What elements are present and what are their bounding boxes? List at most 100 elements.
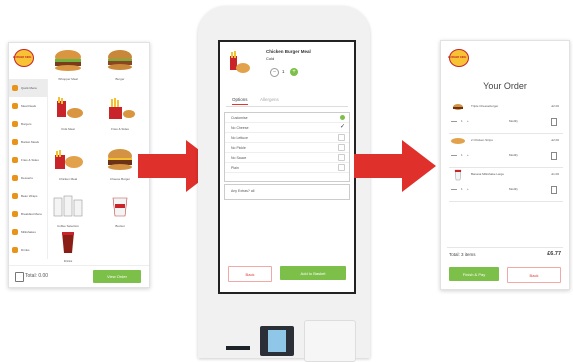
category-icon — [12, 175, 18, 181]
product-tile[interactable]: Cheese Burger — [103, 147, 137, 181]
tab-allergens[interactable]: Allergens — [260, 97, 279, 102]
category-item[interactable]: Bucket Meals — [9, 133, 47, 151]
category-icon — [12, 103, 18, 109]
kiosk-screen: Chicken Burger Meal Cold – 1 + Options A… — [218, 40, 356, 294]
product-tile[interactable]: Chicken Meal — [51, 147, 85, 181]
menu-screen: BURGER KING Quick Menu Meal Deals Burger… — [8, 42, 150, 288]
quantity-minus-button[interactable]: – — [270, 68, 279, 77]
category-item[interactable]: Meal Deals — [9, 97, 47, 115]
option-row[interactable]: No Pickle — [225, 143, 349, 153]
delete-icon[interactable] — [551, 118, 557, 126]
product-tile[interactable]: Burger — [103, 47, 137, 81]
back-button[interactable]: Back — [228, 266, 272, 282]
product-tile[interactable]: Drinks — [51, 229, 85, 263]
delete-icon[interactable] — [551, 152, 557, 160]
burger-king-logo: BURGER KING — [448, 49, 469, 67]
category-item[interactable]: Quick Menu — [9, 79, 47, 97]
category-icon — [12, 85, 18, 91]
burger-king-logo: BURGER KING — [13, 49, 34, 67]
coffee-cups-image — [53, 195, 83, 217]
receipt-slot — [226, 346, 250, 350]
checkbox[interactable] — [338, 154, 345, 161]
menu-footer: Total: 0.00 View Order — [9, 265, 149, 288]
drink-image — [62, 232, 74, 253]
product-tile[interactable]: Fries & Sides — [103, 97, 137, 131]
view-order-button[interactable]: View Order — [93, 270, 141, 283]
option-row[interactable]: Plain — [225, 163, 349, 173]
option-row[interactable]: No Sauce — [225, 153, 349, 163]
options-box: Customise No Cheese ✓ No Lettuce No Pick… — [224, 112, 350, 182]
category-item[interactable]: Burgers — [9, 115, 47, 133]
total-label: Total: 0.00 — [25, 273, 49, 279]
modify-link[interactable]: Modify — [509, 188, 518, 191]
order-title: Your Order — [483, 81, 527, 91]
category-item[interactable]: Breakfast Menu — [9, 205, 47, 223]
finish-and-pay-button[interactable]: Finish & Pay — [449, 267, 499, 281]
arrow-right-icon — [354, 140, 436, 192]
extras-row[interactable]: Any Extras? all — [224, 184, 350, 200]
order-item: Triple Cheeseburger £2.00 1 + Modify — [449, 99, 563, 134]
add-to-basket-button[interactable]: Add to Basket — [280, 266, 346, 280]
quantity-value: 1 — [282, 69, 285, 74]
option-row[interactable]: No Cheese ✓ — [225, 123, 349, 133]
add-item-button[interactable]: + — [467, 120, 469, 123]
order-screen: BURGER KING Your Order Triple Cheeseburg… — [440, 40, 570, 290]
burger-image — [108, 149, 132, 170]
order-total-bar: Total: 3 items £6.77 — [447, 247, 563, 260]
remove-item-button[interactable] — [451, 189, 457, 193]
item-image — [454, 169, 462, 181]
category-icon — [12, 139, 18, 145]
kiosk-lower-panel — [304, 320, 356, 362]
category-item[interactable]: Fries & Sides — [9, 151, 47, 169]
product-tile[interactable]: Whopper Meal — [51, 47, 85, 81]
category-item[interactable]: Desserts — [9, 169, 47, 187]
customise-row: Customise — [225, 113, 349, 123]
category-icon — [12, 157, 18, 163]
option-row[interactable]: No Lettuce — [225, 133, 349, 143]
remove-item-button[interactable] — [451, 121, 457, 125]
add-item-button[interactable]: + — [467, 154, 469, 157]
category-sidebar: Quick Menu Meal Deals Burgers Bucket Mea… — [9, 79, 48, 259]
checkbox[interactable] — [338, 144, 345, 151]
total-value: £6.77 — [547, 251, 561, 257]
category-icon — [12, 229, 18, 235]
chicken-meal-image — [55, 150, 83, 169]
tab-options[interactable]: Options — [232, 97, 248, 105]
add-item-button[interactable]: + — [467, 188, 469, 191]
checkbox[interactable] — [338, 164, 345, 171]
order-item: 2 Chicken Strips £2.00 1 + Modify — [449, 133, 563, 168]
card-reader-screen — [268, 330, 286, 352]
back-button[interactable]: Back — [507, 267, 561, 283]
burger-image — [55, 50, 81, 71]
remove-item-button[interactable] — [451, 155, 457, 159]
quantity-plus-button[interactable]: + — [290, 68, 298, 76]
product-title: Chicken Burger Meal — [266, 49, 311, 54]
category-icon — [12, 211, 18, 217]
order-item: Banana Milkshake Large £1.00 1 + Modify — [449, 167, 563, 202]
product-tile[interactable]: Coffee Selection — [51, 192, 85, 228]
basket-icon — [15, 272, 24, 282]
delete-icon[interactable] — [551, 186, 557, 194]
product-tile[interactable]: Kids Meal — [51, 97, 85, 131]
product-tile[interactable]: Bucket — [103, 192, 137, 228]
modify-link[interactable]: Modify — [509, 154, 518, 157]
category-item[interactable]: Milkshakes — [9, 223, 47, 241]
product-subtitle: Cold — [266, 56, 275, 61]
category-icon — [12, 247, 18, 253]
meal-image — [57, 97, 83, 118]
customise-indicator-icon — [340, 115, 345, 120]
bucket-image — [112, 197, 128, 217]
card-reader-icon — [260, 326, 294, 356]
fries-image — [109, 98, 135, 119]
item-image — [451, 138, 465, 144]
checkmark-icon[interactable]: ✓ — [340, 124, 345, 130]
burger-image — [108, 50, 132, 70]
total-items-label: Total: 3 items — [449, 252, 476, 257]
product-grid: Whopper Meal Burger Kids Meal Fries & Si… — [49, 47, 147, 263]
category-item[interactable]: Drinks — [9, 241, 47, 259]
modify-link[interactable]: Modify — [509, 120, 518, 123]
category-item[interactable]: Bean Wraps — [9, 187, 47, 205]
checkbox[interactable] — [338, 134, 345, 141]
item-image — [453, 104, 463, 110]
category-icon — [12, 193, 18, 199]
